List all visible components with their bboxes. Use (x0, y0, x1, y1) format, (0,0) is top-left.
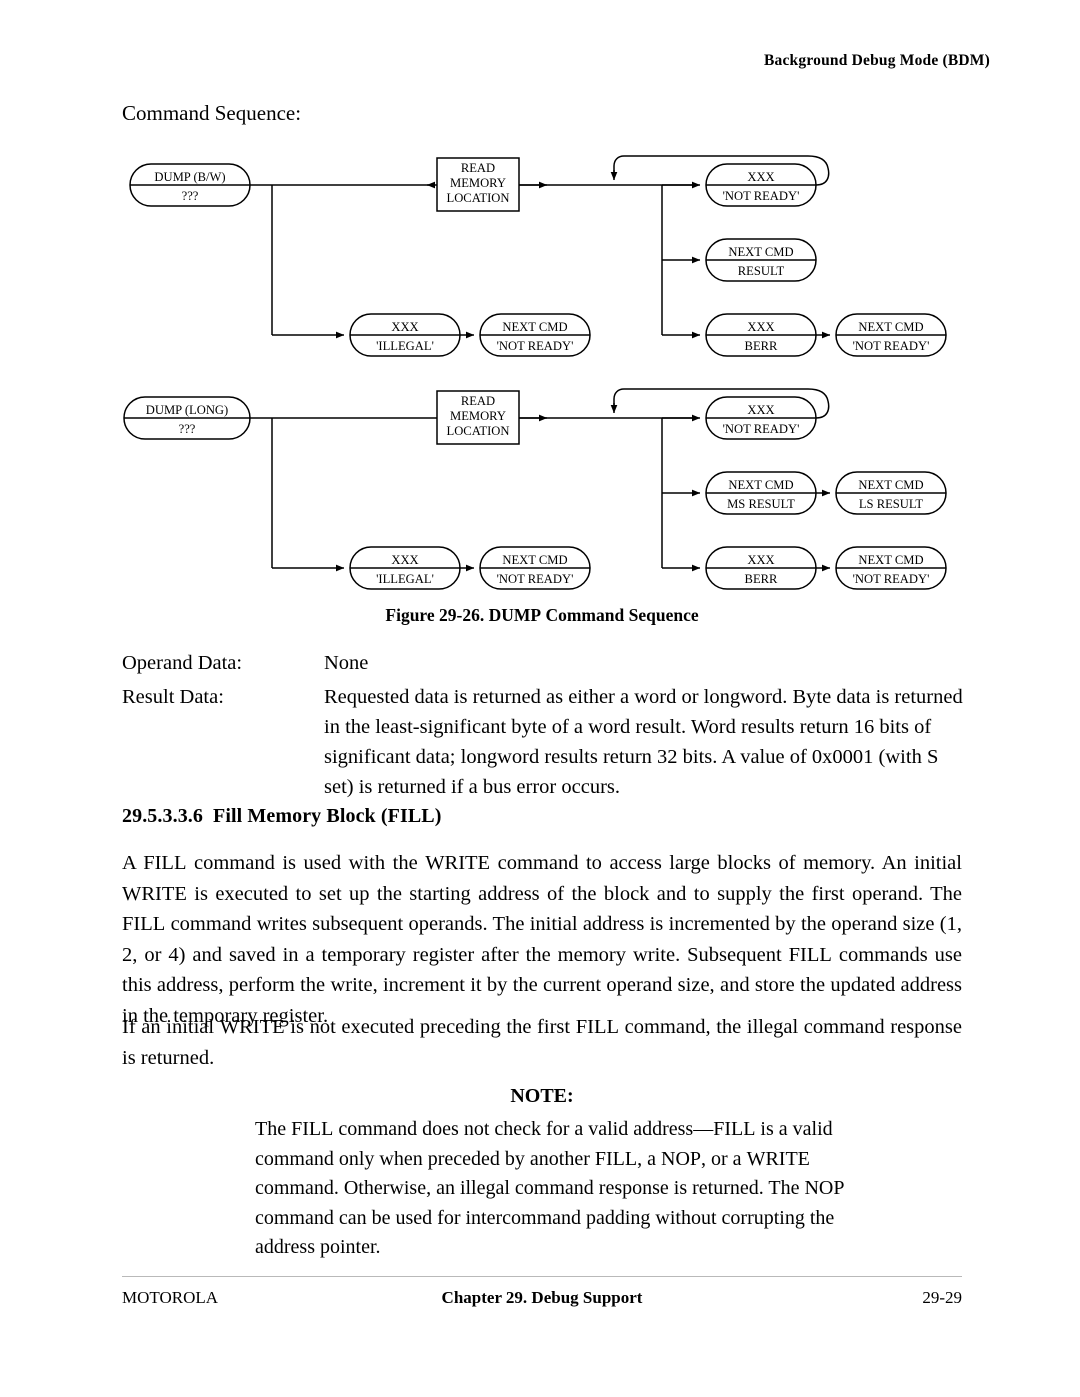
node-berr-next-line2: 'NOT READY' (853, 572, 930, 586)
definition-value: Requested data is returned as either a w… (324, 686, 963, 798)
command-write: WRITE (746, 1147, 810, 1170)
paragraph-fill-description: A FILL command is used with the WRITE co… (122, 848, 962, 1031)
node-ls-result-line1: NEXT CMD (858, 478, 923, 492)
running-head: Background Debug Mode (BDM) (763, 52, 990, 69)
page-footer: MOTOROLA Chapter 29. Debug Support 29-29 (122, 1288, 962, 1312)
text-run: is executed to set up the starting addre… (186, 882, 962, 905)
command-fill: FILL (575, 1016, 619, 1038)
document-page: Background Debug Mode (BDM) Command Sequ… (0, 0, 1080, 1397)
node-berr-next-line1: NEXT CMD (858, 320, 923, 334)
section-heading: 29.5.3.3.6 Fill Memory Block (FILL) (122, 805, 442, 828)
node-start-line1: DUMP (LONG) (146, 403, 228, 417)
node-berr-next-line2: 'NOT READY' (853, 339, 930, 353)
command-write: WRITE (219, 1016, 285, 1038)
node-not-ready-line2: 'NOT READY' (723, 189, 800, 203)
command-sequence-label: Command Sequence: (122, 101, 302, 125)
definition-label: Operand Data: (122, 652, 243, 674)
definition-row-operand-data: Operand Data: None (122, 648, 967, 678)
node-start-line1: DUMP (B/W) (154, 170, 225, 184)
footer-page-number: 29-29 (922, 1288, 962, 1307)
figure-dump-command-sequence: DUMP (B/W) ??? READ MEMORY LOCATION XXX … (122, 150, 962, 605)
figure-caption-suffix: Command Sequence (545, 605, 699, 625)
definition-list: Operand Data: None Result Data: Requeste… (122, 648, 967, 802)
text-run: command to access large blocks of memory… (490, 852, 962, 874)
node-berr-line1: XXX (747, 553, 774, 567)
node-process-line1: READ (461, 394, 495, 408)
node-illegal-line1: XXX (391, 320, 418, 334)
command-fill: FILL (594, 1147, 638, 1170)
node-not-ready-line1: XXX (747, 403, 774, 417)
node-result-line2: RESULT (738, 264, 785, 278)
node-berr-line1: XXX (747, 320, 774, 334)
text-run: A (122, 852, 144, 874)
section-title-close: ) (434, 805, 442, 827)
text-run: command is used with the (186, 852, 426, 874)
command-fill: FILL (713, 1118, 756, 1140)
node-illegal-line1: XXX (391, 553, 418, 567)
node-illegal-next-line1: NEXT CMD (502, 320, 567, 334)
node-berr-line2: BERR (745, 572, 778, 586)
command-fill: FILL (788, 943, 832, 966)
node-ms-result-line1: NEXT CMD (728, 478, 793, 492)
text-run: is not executed preceding the first (284, 1016, 576, 1038)
node-berr-next-line1: NEXT CMD (858, 553, 923, 567)
definition-label: Result Data: (122, 686, 224, 708)
node-result-line1: NEXT CMD (728, 245, 793, 259)
note-body: The FILL command does not check for a va… (255, 1115, 855, 1263)
node-process-line2: MEMORY (450, 176, 506, 190)
figure-caption: Figure 29-26. DUMP Command Sequence (122, 605, 962, 626)
node-illegal-next-line1: NEXT CMD (502, 553, 567, 567)
node-illegal-line2: 'ILLEGAL' (376, 339, 434, 353)
definition-row-result-data: Result Data: Requested data is returned … (122, 682, 967, 802)
node-illegal-next-line2: 'NOT READY' (497, 339, 574, 353)
section-title-command: FILL (387, 805, 435, 827)
command-nop: NOP (661, 1147, 702, 1170)
definition-value: None (324, 652, 369, 674)
text-run: The (255, 1118, 292, 1140)
command-nop: NOP (804, 1177, 845, 1199)
command-write: WRITE (122, 882, 187, 905)
node-not-ready-line2: 'NOT READY' (723, 422, 800, 436)
section-number: 29.5.3.3.6 (122, 805, 203, 827)
text-run: , a (637, 1147, 661, 1170)
command-write: WRITE (425, 852, 491, 874)
text-run: command. Otherwise, an illegal command r… (255, 1177, 805, 1199)
node-ms-result-line2: MS RESULT (727, 497, 795, 511)
node-process-line2: MEMORY (450, 409, 506, 423)
command-fill: FILL (122, 913, 166, 935)
node-ls-result-line2: LS RESULT (859, 497, 924, 511)
node-start-line2: ??? (182, 189, 199, 203)
command-fill: FILL (143, 852, 187, 874)
figure-caption-prefix: Figure 29-26. (385, 605, 485, 625)
text-run: command can be used for intercommand pad… (255, 1206, 835, 1259)
text-run: , or a (701, 1147, 747, 1170)
node-process-line3: LOCATION (447, 191, 510, 205)
node-illegal-line2: 'ILLEGAL' (376, 572, 434, 586)
paragraph-illegal-response: If an initial WRITE is not executed prec… (122, 1012, 962, 1073)
node-berr-line2: BERR (745, 339, 778, 353)
command-fill: FILL (291, 1118, 334, 1140)
node-illegal-next-line2: 'NOT READY' (497, 572, 574, 586)
footer-chapter: Chapter 29. Debug Support (441, 1288, 643, 1307)
node-process-line1: READ (461, 161, 495, 175)
note-title: NOTE: (510, 1085, 574, 1107)
node-process-line3: LOCATION (447, 424, 510, 438)
text-run: command does not check for a valid addre… (333, 1118, 714, 1140)
content-area: Command Sequence: (122, 100, 962, 140)
node-start-line2: ??? (179, 422, 196, 436)
figure-caption-command: DUMP (488, 605, 542, 625)
text-run: If an initial (122, 1016, 220, 1038)
footer-divider (122, 1276, 962, 1277)
node-not-ready-line1: XXX (747, 170, 774, 184)
section-title: Fill Memory Block ( (213, 805, 388, 827)
